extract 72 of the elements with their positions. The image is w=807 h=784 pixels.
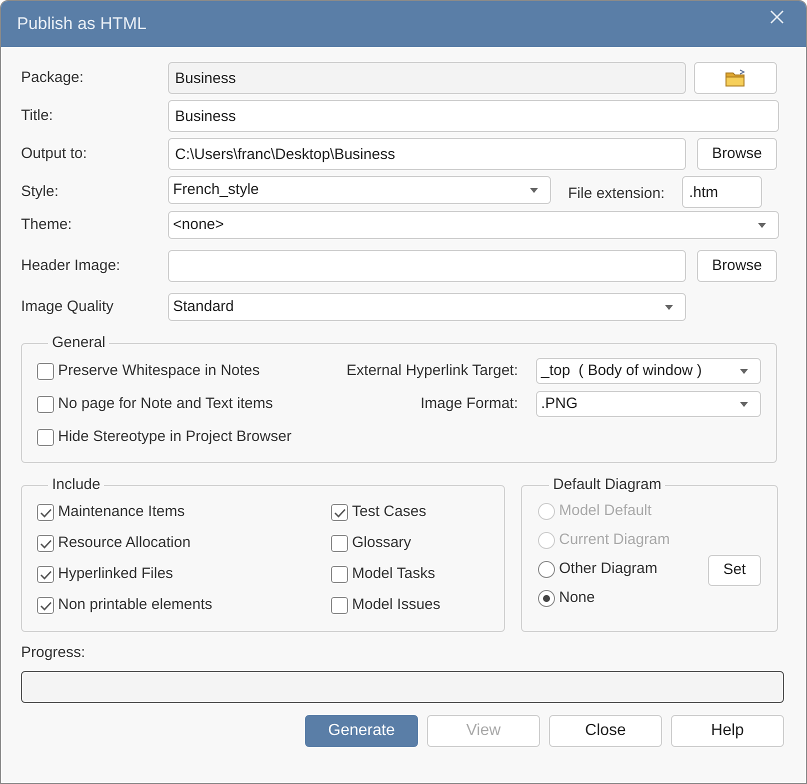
checkbox[interactable] [37,597,54,614]
field-label: Image Format: [420,394,518,414]
checkbox[interactable] [37,429,54,446]
field-label: Title: [21,106,54,126]
field-label: Theme: [21,214,73,235]
checkbox-label: Preserve Whitespace in Notes [58,361,260,382]
group-title: Include [52,476,100,493]
checkbox-label: Non printable elements [58,595,212,616]
checkbox[interactable] [37,363,54,380]
checkbox[interactable] [37,535,54,552]
dropdown-arrow-icon [665,304,673,310]
group-title: General [52,334,106,351]
check-icon [40,538,52,548]
field-label: Image Quality [21,296,115,317]
close-icon[interactable] [770,10,784,24]
radio-label: Model Default [559,501,652,522]
field-label: Header Image: [21,256,122,276]
checkbox[interactable] [331,597,348,614]
checkbox-label: No page for Note and Text items [58,394,273,414]
dropdown[interactable]: Standard [168,293,686,321]
dialog-button[interactable]: Generate [305,714,418,746]
check-icon [334,508,346,518]
check-icon [40,570,52,580]
dropdown[interactable]: French_style [168,176,551,204]
radio-label: None [559,588,595,608]
dialog-button[interactable]: Help [671,714,784,746]
checkbox[interactable] [331,535,348,552]
radio-label: Other Diagram [559,559,658,580]
radio-button[interactable] [538,590,555,607]
checkbox-label: Model Issues [352,595,440,616]
folder-button[interactable] [694,62,777,94]
checkbox-label: Hyperlinked Files [58,564,174,584]
dialog-button[interactable]: Close [549,714,662,746]
field-label: Output to: [21,144,88,164]
dropdown-arrow-icon [740,402,748,406]
field-label: External Hyperlink Target: [346,360,518,381]
radio-label: Current Diagram [559,530,670,550]
checkbox-label: Test Cases [352,502,426,522]
dropdown[interactable]: _top ( Body of window ) [536,358,761,384]
field-label: Package: [21,68,85,88]
dropdown-arrow-icon [740,368,748,374]
folder-icon [724,69,746,87]
checkbox-label: Hide Stereotype in Project Browser [58,427,292,448]
checkbox[interactable] [331,566,348,583]
checkbox[interactable] [37,396,54,413]
checkbox-label: Glossary [352,533,412,554]
radio-button[interactable] [538,561,555,578]
checkbox-label: Maintenance Items [58,502,185,522]
text-field[interactable]: Business [168,100,779,132]
window-title: Publish as HTML [17,13,146,36]
field-label: Style: [21,182,60,202]
dropdown[interactable]: <none> [168,211,779,239]
field-label: File extension: [568,184,666,204]
browse-button[interactable]: Browse [697,250,777,282]
dropdown-arrow-icon [758,222,766,228]
checkbox-label: Model Tasks [352,564,436,584]
progress-label: Progress: [21,643,86,663]
text-field[interactable]: .htm [682,176,762,208]
group-title: Default Diagram [553,476,662,493]
text-field[interactable] [168,250,686,282]
dropdown[interactable]: .PNG [536,391,761,417]
checkbox[interactable] [331,504,348,521]
text-field[interactable]: C:\Users\franc\Desktop\Business [168,138,686,170]
browse-button[interactable]: Browse [697,138,777,170]
checkbox-label: Resource Allocation [58,533,191,554]
check-icon [40,508,52,518]
set-button[interactable]: Set [708,555,761,586]
checkbox[interactable] [37,566,54,583]
text-field[interactable]: Business [168,62,686,94]
checkbox[interactable] [37,504,54,521]
dropdown-arrow-icon [530,188,538,192]
check-icon [40,600,52,610]
